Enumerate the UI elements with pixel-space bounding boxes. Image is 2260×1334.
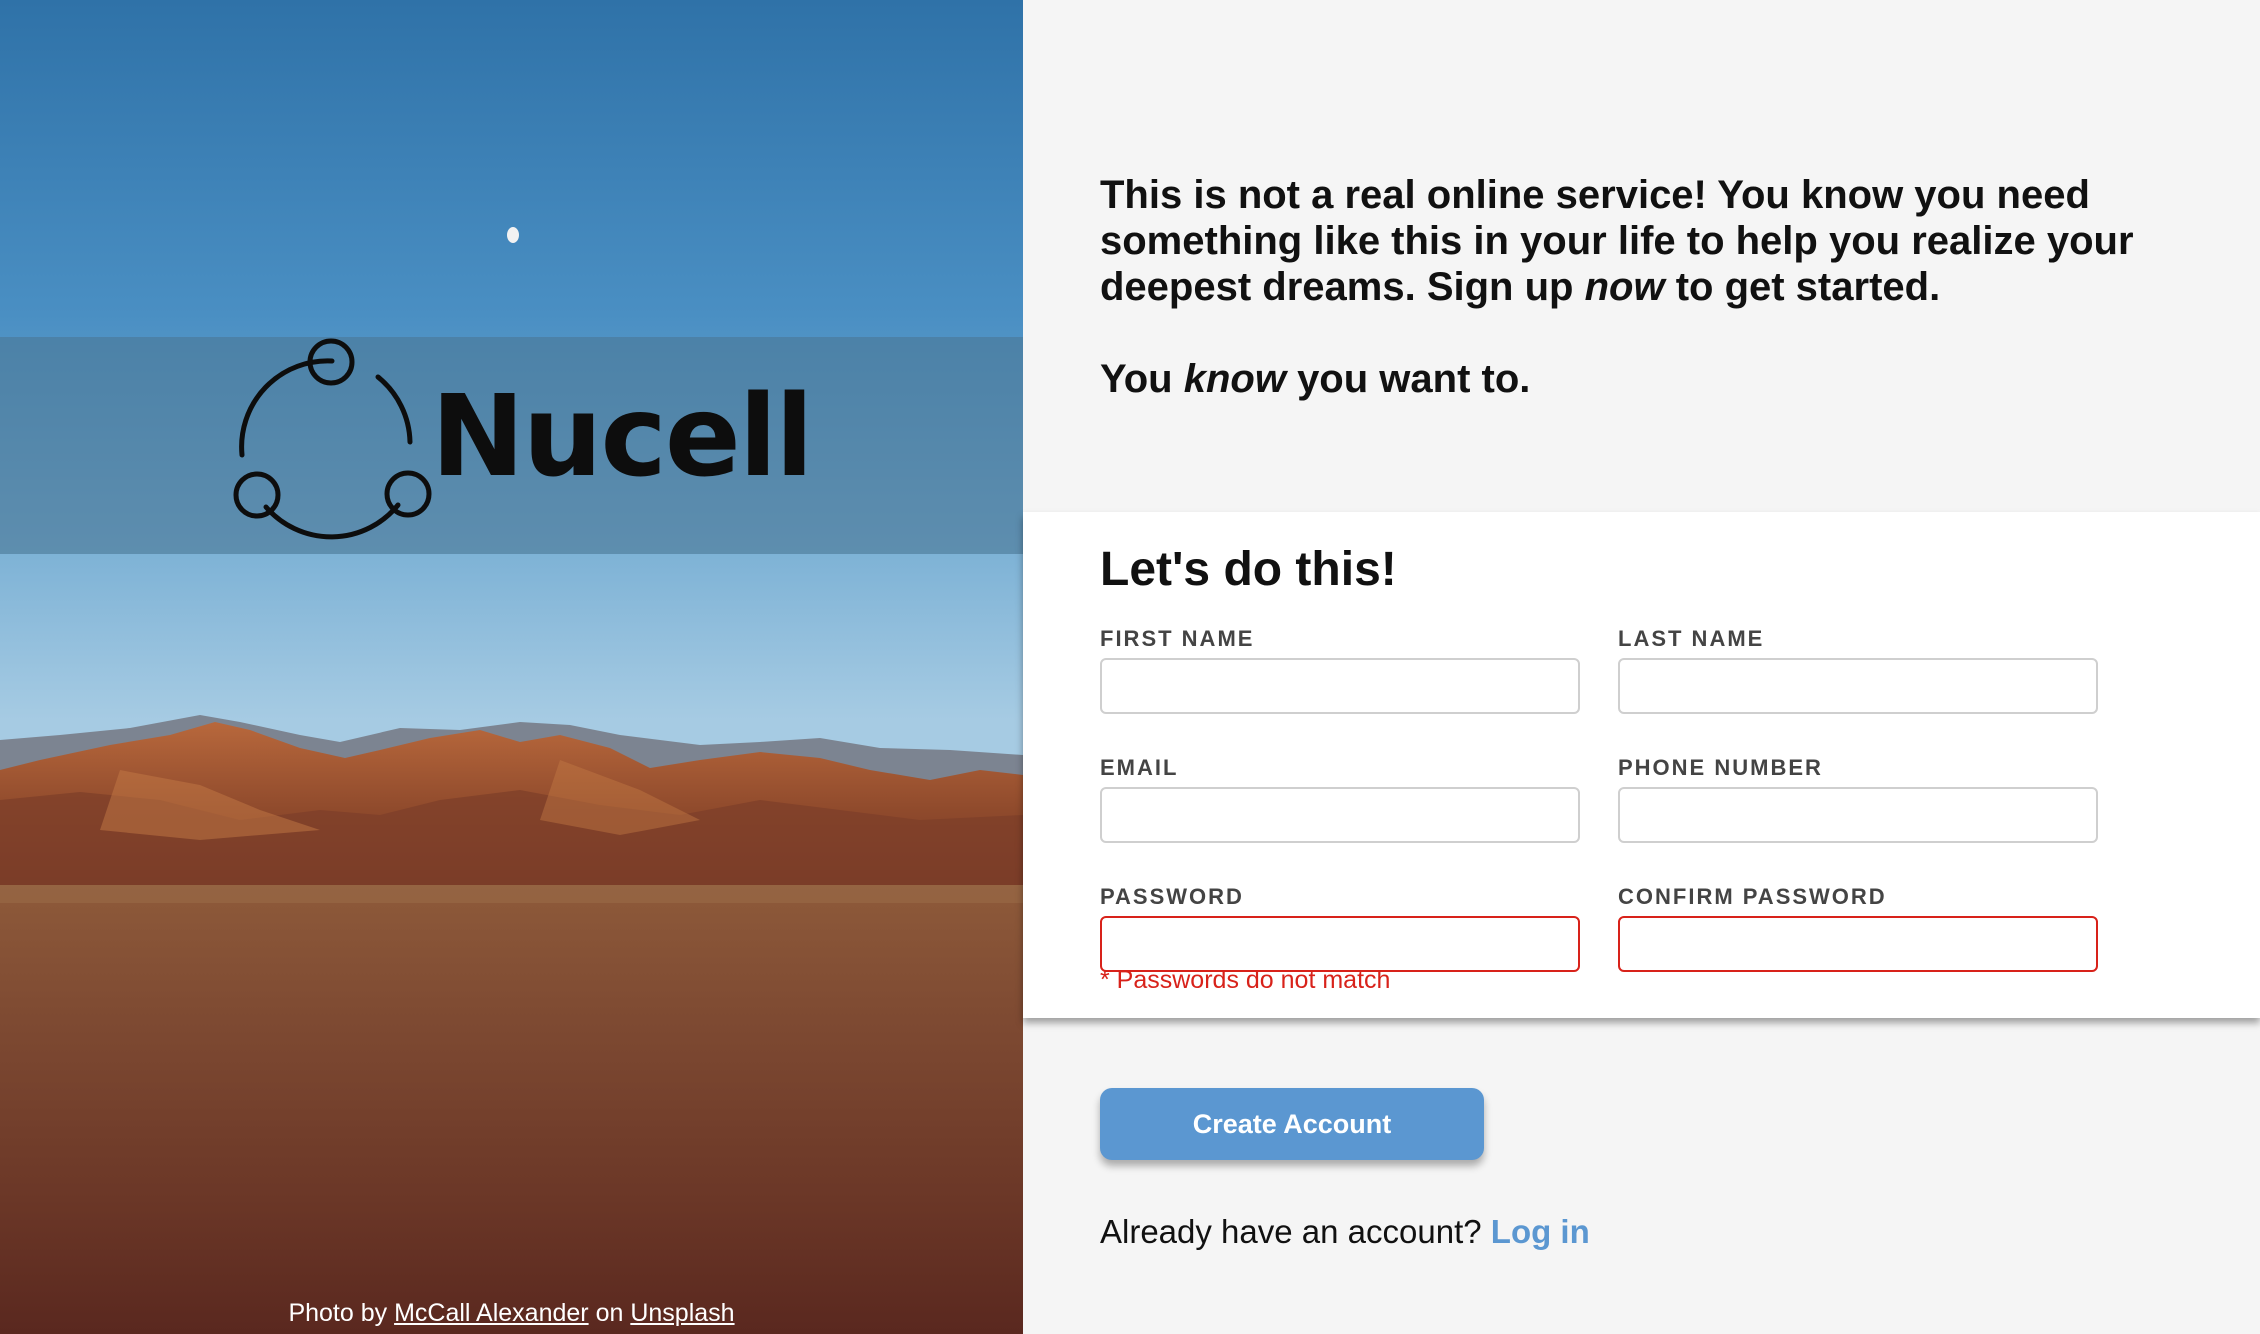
login-link[interactable]: Log in [1491, 1213, 1590, 1250]
login-prompt: Already have an account? Log in [1100, 1213, 1590, 1251]
brand-name: Nucell [431, 372, 814, 502]
signup-content: This is not a real online service! You k… [1023, 0, 2260, 1334]
password-input[interactable] [1100, 916, 1580, 972]
photographer-link[interactable]: McCall Alexander [394, 1299, 589, 1327]
password-error-message: * Passwords do not match [1100, 966, 1391, 994]
last-name-input[interactable] [1618, 658, 2098, 714]
confirm-password-label: Confirm Password [1618, 884, 1887, 909]
email-input[interactable] [1100, 787, 1580, 843]
last-name-group: Last Name [1618, 626, 2098, 714]
form-title: Let's do this! [1100, 543, 1397, 596]
intro-1-tail: to get started. [1675, 265, 1941, 309]
intro-paragraph-1: This is not a real online service! You k… [1100, 172, 2180, 310]
create-account-button[interactable]: Create Account [1100, 1088, 1484, 1160]
password-group: Password [1100, 884, 1580, 972]
login-prompt-text: Already have an account? [1100, 1213, 1482, 1250]
first-name-group: First Name [1100, 626, 1580, 714]
unsplash-link[interactable]: Unsplash [630, 1299, 734, 1327]
first-name-label: First Name [1100, 626, 1255, 651]
intro-text: This is not a real online service! You k… [1100, 172, 2180, 402]
photo-credit: Photo by McCall Alexander on Unsplash [0, 1299, 1023, 1328]
password-label: Password [1100, 884, 1244, 909]
intro-1-emphasis: now [1584, 265, 1665, 309]
photo-credit-middle: on [595, 1299, 624, 1327]
email-label: Email [1100, 755, 1179, 780]
last-name-label: Last Name [1618, 626, 1765, 651]
phone-input[interactable] [1618, 787, 2098, 843]
signup-form: Let's do this! First Name Last Name Emai… [1023, 512, 2260, 1018]
hero-landscape-photo [0, 0, 1023, 1334]
connected-nodes-icon [233, 338, 432, 540]
confirm-password-group: Confirm Password [1618, 884, 2098, 972]
signup-page: Nucell Photo by McCall Alexander on Unsp… [0, 0, 2260, 1334]
intro-2-text: You [1100, 357, 1173, 401]
intro-2-tail: you want to. [1297, 357, 1531, 401]
first-name-input[interactable] [1100, 658, 1580, 714]
intro-2-emphasis: know [1183, 357, 1286, 401]
intro-paragraph-2: You know you want to. [1100, 356, 2180, 402]
confirm-password-input[interactable] [1618, 916, 2098, 972]
photo-credit-prefix: Photo by [288, 1299, 388, 1327]
phone-label: Phone Number [1618, 755, 1823, 780]
hero-panel: Nucell Photo by McCall Alexander on Unsp… [0, 0, 1023, 1334]
email-group: Email [1100, 755, 1580, 843]
brand-logo: Nucell [228, 337, 814, 554]
phone-group: Phone Number [1618, 755, 2098, 843]
